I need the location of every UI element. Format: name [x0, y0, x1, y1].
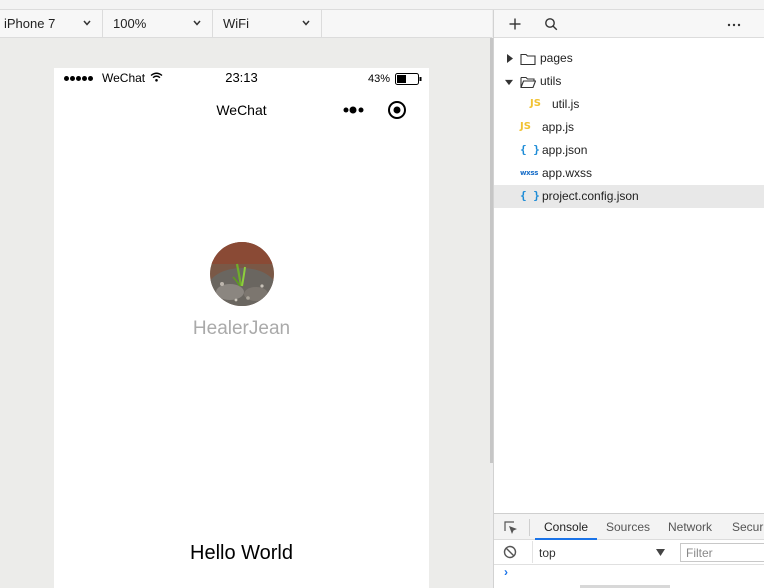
- tree-item-label: project.config.json: [542, 189, 639, 203]
- tree-item-util-js[interactable]: JS util.js: [494, 93, 764, 116]
- tab-network[interactable]: Network: [668, 520, 712, 534]
- clear-console-icon[interactable]: [503, 545, 517, 559]
- tree-item-utils[interactable]: utils: [494, 70, 764, 93]
- add-file-icon[interactable]: [508, 17, 522, 31]
- device-toolbar: iPhone 7 100% WiFi: [0, 10, 492, 38]
- console-toolbar: top Filter: [494, 540, 764, 565]
- status-bar: WeChat 23:13 43%: [54, 68, 429, 90]
- tree-item-app-js[interactable]: JS app.js: [494, 116, 764, 139]
- tab-separator: [529, 519, 530, 536]
- chevron-down-icon: [83, 20, 91, 26]
- battery-icon: [395, 73, 422, 85]
- sprout-photo: [210, 242, 274, 306]
- file-tree-toolbar: [494, 10, 764, 38]
- wxss-file-icon: wxss: [520, 169, 539, 177]
- tree-item-label: utils: [540, 74, 562, 88]
- tree-item-label: util.js: [552, 97, 580, 111]
- folder-open-icon: [520, 76, 536, 89]
- inspect-element-icon[interactable]: [503, 520, 519, 536]
- console-filter-input[interactable]: Filter: [680, 543, 764, 562]
- folder-icon: [520, 53, 536, 66]
- device-select-value: iPhone 7: [4, 16, 56, 31]
- json-file-icon: { }: [520, 143, 540, 156]
- devtools-tab-bar: Console Sources Network Securi: [494, 513, 764, 540]
- nav-title: WeChat: [216, 102, 267, 118]
- zoom-select[interactable]: 100%: [103, 10, 213, 37]
- phone-screen: WeChat 23:13 43% WeChat HealerJean Hello…: [54, 68, 429, 588]
- tree-item-label: app.js: [542, 120, 575, 134]
- tree-item-project-config-json[interactable]: { } project.config.json: [494, 185, 764, 208]
- chevron-down-icon[interactable]: [656, 549, 665, 556]
- tree-item-label: pages: [540, 51, 573, 65]
- more-icon[interactable]: [342, 105, 366, 115]
- close-capsule-icon[interactable]: [387, 100, 407, 120]
- tab-sources[interactable]: Sources: [606, 520, 650, 534]
- tree-item-label: app.wxss: [542, 166, 593, 180]
- network-select[interactable]: WiFi: [213, 10, 322, 37]
- tree-item-label: app.json: [542, 143, 588, 157]
- console-prompt[interactable]: ›: [504, 565, 508, 579]
- search-icon[interactable]: [544, 17, 558, 31]
- right-panel: pages utils JS util.js JS app.js { } app…: [494, 10, 764, 588]
- battery-percent: 43%: [368, 73, 391, 85]
- device-select[interactable]: iPhone 7: [0, 10, 103, 37]
- chevron-down-icon: [302, 20, 310, 26]
- user-nickname: HealerJean: [192, 318, 291, 339]
- nav-bar: WeChat: [54, 90, 429, 130]
- caret-right-icon[interactable]: [506, 54, 514, 63]
- tree-item-pages[interactable]: pages: [494, 47, 764, 70]
- avatar[interactable]: [210, 242, 274, 306]
- top-toolbar-strip: [0, 0, 764, 10]
- tree-item-app-json[interactable]: { } app.json: [494, 139, 764, 162]
- more-options-icon[interactable]: [726, 17, 742, 31]
- motto-text: Hello World: [190, 542, 293, 564]
- context-select-value: top: [539, 546, 556, 560]
- caret-down-icon[interactable]: [505, 78, 513, 87]
- tab-security[interactable]: Securi: [732, 520, 764, 534]
- js-file-icon: JS: [520, 121, 531, 132]
- zoom-select-value: 100%: [113, 16, 147, 31]
- chevron-down-icon: [193, 20, 201, 26]
- json-file-icon: { }: [520, 189, 540, 202]
- tree-item-app-wxss[interactable]: wxss app.wxss: [494, 162, 764, 185]
- context-select[interactable]: top: [532, 541, 672, 563]
- js-file-icon: JS: [530, 98, 541, 109]
- network-select-value: WiFi: [223, 16, 249, 31]
- tab-console[interactable]: Console: [544, 520, 588, 534]
